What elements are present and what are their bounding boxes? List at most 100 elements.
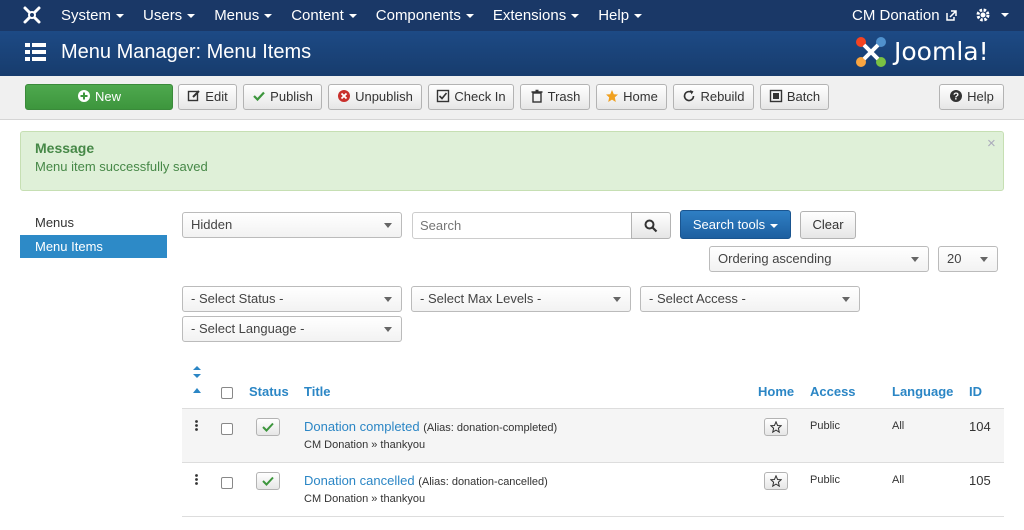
table-row <box>182 409 1004 462</box>
page-header: Menu Manager: Menu Items Joomla! <box>0 31 1024 76</box>
svg-text:?: ? <box>953 92 959 103</box>
checkbox-icon <box>437 89 450 103</box>
id-column-header[interactable]: ID <box>969 384 982 399</box>
chevron-down-icon <box>770 223 779 228</box>
site-link[interactable]: CM Donation <box>852 0 957 31</box>
sort-icon[interactable] <box>192 366 202 380</box>
limit-select[interactable]: 20 <box>938 246 998 272</box>
check-icon <box>262 422 274 432</box>
divider <box>182 462 1004 463</box>
item-path: CM Donation » thankyou <box>304 439 426 451</box>
nav-extensions[interactable]: Extensions <box>493 0 598 31</box>
check-icon <box>253 91 265 102</box>
unpublish-button[interactable]: Unpublish <box>328 84 422 110</box>
square-icon <box>769 89 783 103</box>
message-heading: Message <box>35 140 95 156</box>
top-navbar: System Users Menus Content Components Ex… <box>0 0 1024 31</box>
language-value: All <box>892 474 905 486</box>
item-path: CM Donation » thankyou <box>304 493 426 505</box>
toolbar: New Edit Publish Unpublish Check In Tras… <box>0 76 1024 120</box>
id-value: 104 <box>969 419 991 434</box>
joomla-logo-icon <box>856 37 886 67</box>
status-toggle-button[interactable] <box>256 418 280 436</box>
star-icon <box>606 90 619 102</box>
gear-icon[interactable] <box>975 7 991 23</box>
chevron-down-icon <box>384 297 392 302</box>
chevron-down-icon <box>116 14 125 19</box>
access-filter[interactable]: - Select Access - <box>640 286 860 312</box>
page-title: Menu Manager: Menu Items <box>61 41 312 63</box>
search-button[interactable] <box>631 212 671 239</box>
set-home-button[interactable] <box>764 418 788 436</box>
clear-button[interactable]: Clear <box>800 211 856 239</box>
search-input[interactable] <box>412 212 632 239</box>
joomla-logo-icon[interactable] <box>22 5 42 25</box>
plus-circle-icon <box>77 90 90 102</box>
check-in-button[interactable]: Check In <box>428 84 514 110</box>
publish-button[interactable]: Publish <box>243 84 322 110</box>
status-toggle-button[interactable] <box>256 472 280 490</box>
nav-users[interactable]: Users <box>143 0 214 31</box>
star-icon <box>770 475 782 487</box>
search-icon <box>644 219 658 233</box>
edit-button[interactable]: Edit <box>178 84 237 110</box>
divider <box>182 516 1004 517</box>
close-icon[interactable]: × <box>987 135 996 152</box>
access-value: Public <box>810 420 840 432</box>
chevron-down-icon <box>384 223 392 228</box>
message-text: Menu item successfully saved <box>35 159 208 174</box>
nav-content[interactable]: Content <box>291 0 376 31</box>
language-value: All <box>892 420 905 432</box>
status-column-header[interactable]: Status <box>249 384 289 399</box>
nav-menus[interactable]: Menus <box>214 0 291 31</box>
home-button[interactable]: Home <box>596 84 667 110</box>
sort-asc-icon <box>193 388 201 393</box>
chevron-down-icon <box>911 257 919 262</box>
help-button[interactable]: ? Help <box>939 84 1004 110</box>
menu-select[interactable]: Hidden <box>182 212 402 238</box>
drag-handle-icon[interactable] <box>195 474 198 485</box>
select-all-checkbox[interactable] <box>221 387 233 399</box>
nav-system[interactable]: System <box>61 0 143 31</box>
chevron-down-icon <box>465 14 474 19</box>
sidebar-item-menu-items[interactable]: Menu Items <box>20 235 167 258</box>
access-column-header[interactable]: Access <box>810 384 856 399</box>
nav-components[interactable]: Components <box>376 0 493 31</box>
chevron-down-icon <box>1001 13 1009 17</box>
chevron-down-icon <box>571 14 580 19</box>
home-column-header[interactable]: Home <box>758 384 794 399</box>
question-circle-icon: ? <box>950 90 963 103</box>
drag-handle-icon[interactable] <box>195 420 198 431</box>
row-checkbox[interactable] <box>221 477 233 489</box>
external-link-icon <box>945 10 957 21</box>
joomla-brand-logo: Joomla! <box>854 35 1004 71</box>
status-filter[interactable]: - Select Status - <box>182 286 402 312</box>
set-home-button[interactable] <box>764 472 788 490</box>
sidebar-item-menus[interactable]: Menus <box>20 211 167 234</box>
language-filter[interactable]: - Select Language - <box>182 316 402 342</box>
rebuild-button[interactable]: Rebuild <box>673 84 754 110</box>
success-message: Message Menu item successfully saved × <box>20 131 1004 191</box>
chevron-down-icon <box>384 327 392 332</box>
trash-icon <box>531 89 543 103</box>
max-levels-filter[interactable]: - Select Max Levels - <box>411 286 631 312</box>
chevron-down-icon <box>613 297 621 302</box>
new-button[interactable]: New <box>25 84 173 110</box>
star-icon <box>770 421 782 433</box>
item-title-link[interactable]: Donation cancelled (Alias: donation-canc… <box>304 473 548 488</box>
language-column-header[interactable]: Language <box>892 384 953 399</box>
chevron-down-icon <box>634 14 643 19</box>
chevron-down-icon <box>842 297 850 302</box>
nav-help[interactable]: Help <box>598 0 661 31</box>
row-checkbox[interactable] <box>221 423 233 435</box>
batch-button[interactable]: Batch <box>760 84 829 110</box>
chevron-down-icon <box>264 14 273 19</box>
item-title-link[interactable]: Donation completed (Alias: donation-comp… <box>304 419 557 434</box>
search-tools-button[interactable]: Search tools <box>680 210 791 239</box>
access-value: Public <box>810 474 840 486</box>
title-column-header[interactable]: Title <box>304 384 331 399</box>
ordering-select[interactable]: Ordering ascending <box>709 246 929 272</box>
trash-button[interactable]: Trash <box>520 84 590 110</box>
times-circle-icon <box>338 90 351 102</box>
chevron-down-icon <box>348 14 357 19</box>
